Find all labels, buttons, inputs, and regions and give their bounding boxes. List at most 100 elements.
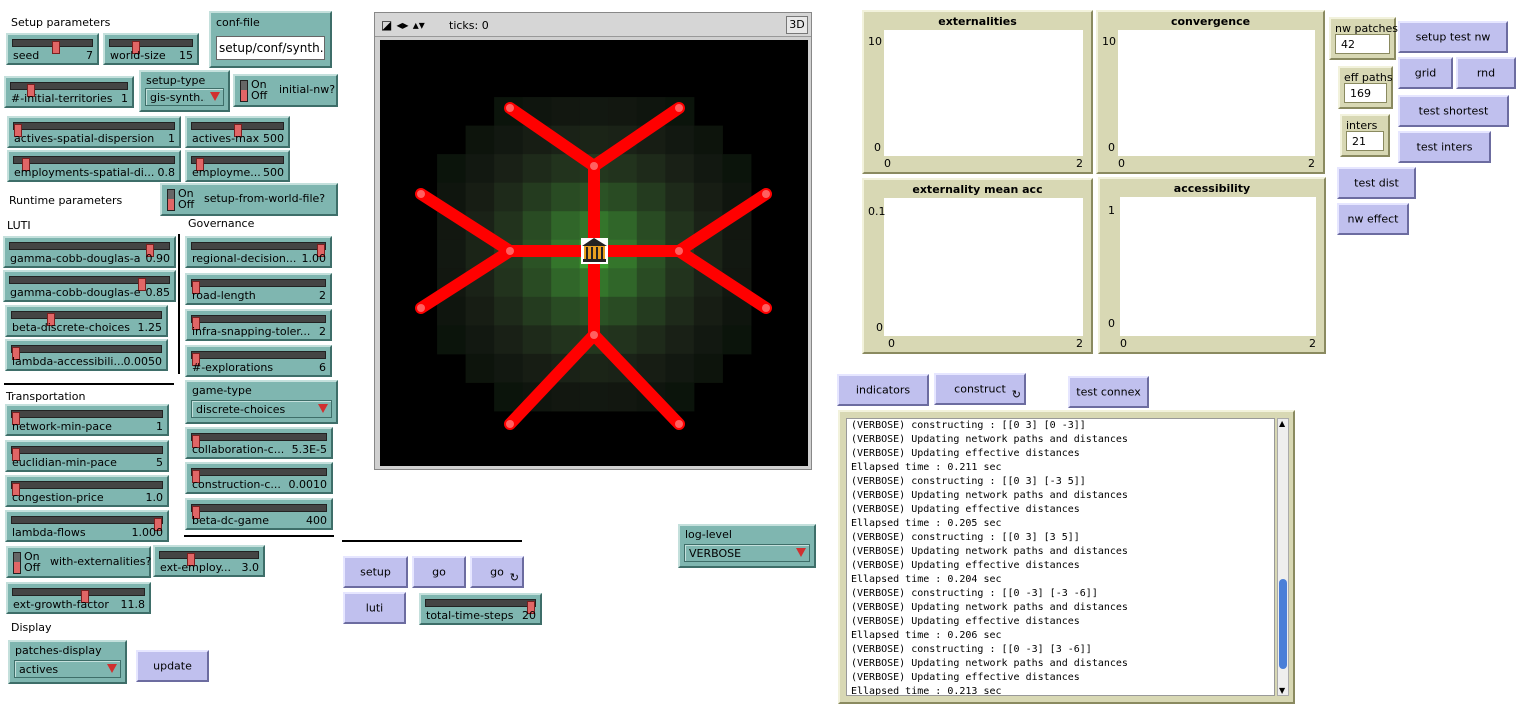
dropdown-arrow-icon	[318, 404, 328, 413]
test-dist-button[interactable]: test dist	[1337, 167, 1416, 199]
ticks-counter: ticks: 0	[449, 19, 489, 32]
slider-name: regional-decision...	[192, 252, 297, 265]
network-min-pace-slider[interactable]: network-min-pace 1	[5, 404, 169, 436]
patch-cell	[693, 154, 723, 184]
total-time-steps-slider[interactable]: total-time-steps 20	[419, 593, 542, 625]
chooser-select[interactable]: gis-synth...	[145, 88, 224, 106]
switch-off-label: Off	[251, 89, 268, 102]
patch-cell	[522, 325, 552, 355]
slider-name: congestion-price	[12, 491, 104, 504]
lambda-flows-slider[interactable]: lambda-flows 1.000	[5, 510, 169, 542]
view-control-icon[interactable]: ◪ ◂▸ ▴▾	[381, 18, 425, 32]
scroll-down-icon[interactable]: ▼	[1279, 686, 1285, 695]
chooser-name: game-type	[192, 384, 252, 397]
nw-effect-button[interactable]: nw effect	[1337, 203, 1409, 235]
input-name: conf-file	[216, 16, 260, 29]
indicators-button[interactable]: indicators	[837, 374, 929, 406]
ext-growth-factor-slider[interactable]: ext-growth-factor 11.8	[6, 582, 151, 614]
collaboration-cost-slider[interactable]: collaboration-c... 5.3E-5	[185, 427, 333, 459]
slider-name: employme...	[192, 166, 261, 179]
chooser-select[interactable]: VERBOSE	[684, 544, 810, 562]
construct-button[interactable]: construct ↻	[934, 373, 1026, 405]
actives-max-slider[interactable]: actives-max 500	[185, 116, 290, 148]
externalities-plot: externalities 10 0 0 2	[862, 10, 1093, 174]
euclidian-min-pace-slider[interactable]: euclidian-min-pace 5	[5, 440, 169, 472]
initial-territories-slider[interactable]: #-initial-territories 1	[4, 76, 134, 108]
actives-spatial-dispersion-slider[interactable]: actives-spatial-dispersion 1	[7, 116, 181, 148]
regional-decision-slider[interactable]: regional-decision... 1.00	[185, 236, 332, 268]
infra-snapping-tolerance-slider[interactable]: infra-snapping-toler... 2	[185, 309, 332, 341]
go-forever-button[interactable]: go ↻	[470, 556, 524, 588]
lambda-accessibility-slider[interactable]: lambda-accessibili... 0.0050	[5, 339, 168, 371]
patch-cell	[551, 211, 581, 241]
slider-name: ext-employ...	[160, 561, 232, 574]
slider-value: 1.25	[137, 321, 163, 334]
output-scrollbar[interactable]: ▲ ▼	[1277, 418, 1289, 696]
construction-cost-slider[interactable]: construction-c... 0.0010	[185, 462, 333, 494]
chooser-select[interactable]: actives	[14, 660, 121, 678]
world-canvas	[380, 40, 808, 466]
gamma-cobb-douglas-a-slider[interactable]: gamma-cobb-douglas-a 0.90	[3, 236, 176, 268]
slider-value: 0.90	[145, 252, 171, 265]
setup-type-chooser[interactable]: setup-type gis-synth...	[139, 70, 230, 112]
setup-test-nw-button[interactable]: setup test nw	[1398, 21, 1508, 53]
test-inters-button[interactable]: test inters	[1398, 131, 1491, 163]
switch-knob[interactable]	[240, 80, 248, 102]
test-shortest-button[interactable]: test shortest	[1398, 95, 1509, 127]
output-line: (VERBOSE) constructing : [[0 3] [0 -3]]	[851, 420, 1086, 431]
patch-cell	[551, 182, 581, 212]
test-connex-button[interactable]: test connex	[1068, 376, 1149, 408]
output-line: (VERBOSE) constructing : [[0 3] [-3 5]]	[851, 476, 1086, 487]
with-externalities-switch[interactable]: On Off with-externalities?	[6, 546, 151, 578]
congestion-price-slider[interactable]: congestion-price 1.0	[5, 475, 169, 507]
seed-slider[interactable]: seed 7	[6, 33, 99, 65]
chooser-select[interactable]: discrete-choices	[191, 400, 332, 418]
forever-icon: ↻	[509, 571, 519, 584]
rnd-button[interactable]: rnd	[1456, 57, 1516, 89]
setup-from-world-file-switch[interactable]: On Off setup-from-world-file?	[160, 183, 338, 216]
switch-knob[interactable]	[13, 552, 21, 574]
input-value[interactable]: setup/conf/synth.c	[216, 36, 325, 60]
beta-discrete-choices-slider[interactable]: beta-discrete-choices 1.25	[5, 305, 168, 337]
gamma-cobb-douglas-e-slider[interactable]: gamma-cobb-douglas-e 0.85	[3, 270, 176, 302]
chooser-name: setup-type	[146, 74, 206, 87]
log-level-chooser[interactable]: log-level VERBOSE	[678, 524, 816, 568]
slider-thumb[interactable]	[52, 41, 61, 54]
scroll-thumb[interactable]	[1279, 579, 1287, 669]
switch-name: initial-nw?	[279, 83, 336, 96]
3d-button[interactable]: 3D	[786, 16, 808, 34]
employments-spatial-dispersion-slider[interactable]: employments-spatial-di... 0.8	[7, 150, 181, 182]
patch-cell	[636, 154, 666, 184]
game-type-chooser[interactable]: game-type discrete-choices	[185, 380, 338, 424]
patch-cell	[665, 125, 695, 155]
patches-display-chooser[interactable]: patches-display actives	[8, 640, 127, 684]
ext-employments-slider[interactable]: ext-employ... 3.0	[153, 545, 265, 577]
switch-knob[interactable]	[167, 189, 175, 211]
chooser-value: actives	[19, 663, 59, 676]
patch-cell	[494, 353, 524, 383]
slider-value: 1	[168, 132, 175, 145]
slider-name: employments-spatial-di...	[14, 166, 155, 179]
patch-cell	[636, 182, 666, 212]
beta-dc-game-slider[interactable]: beta-dc-game 400	[185, 498, 333, 530]
output-text[interactable]: (VERBOSE) constructing : [[0 3] [0 -3]] (…	[846, 418, 1275, 696]
road-length-slider[interactable]: road-length 2	[185, 273, 332, 305]
patch-cell	[551, 382, 581, 412]
initial-nw-switch[interactable]: On Off initial-nw?	[233, 74, 338, 107]
employments-max-slider[interactable]: employme... 500	[185, 150, 290, 182]
patch-cell	[494, 125, 524, 155]
patch-cell	[722, 154, 752, 184]
setup-button[interactable]: setup	[343, 556, 408, 588]
grid-button[interactable]: grid	[1398, 57, 1453, 89]
patch-cell	[693, 125, 723, 155]
conf-file-input[interactable]: conf-file setup/conf/synth.c	[209, 11, 332, 68]
go-once-button[interactable]: go	[412, 556, 466, 588]
explorations-slider[interactable]: #-explorations 6	[185, 345, 332, 377]
scroll-up-icon[interactable]: ▲	[1279, 419, 1285, 428]
patch-cell	[608, 268, 638, 298]
world-size-slider[interactable]: world-size 15	[103, 33, 199, 65]
update-button[interactable]: update	[136, 650, 209, 682]
output-line: (VERBOSE) Updating network paths and dis…	[851, 490, 1128, 501]
luti-button[interactable]: luti	[343, 592, 406, 624]
slider-value: 7	[86, 49, 93, 62]
